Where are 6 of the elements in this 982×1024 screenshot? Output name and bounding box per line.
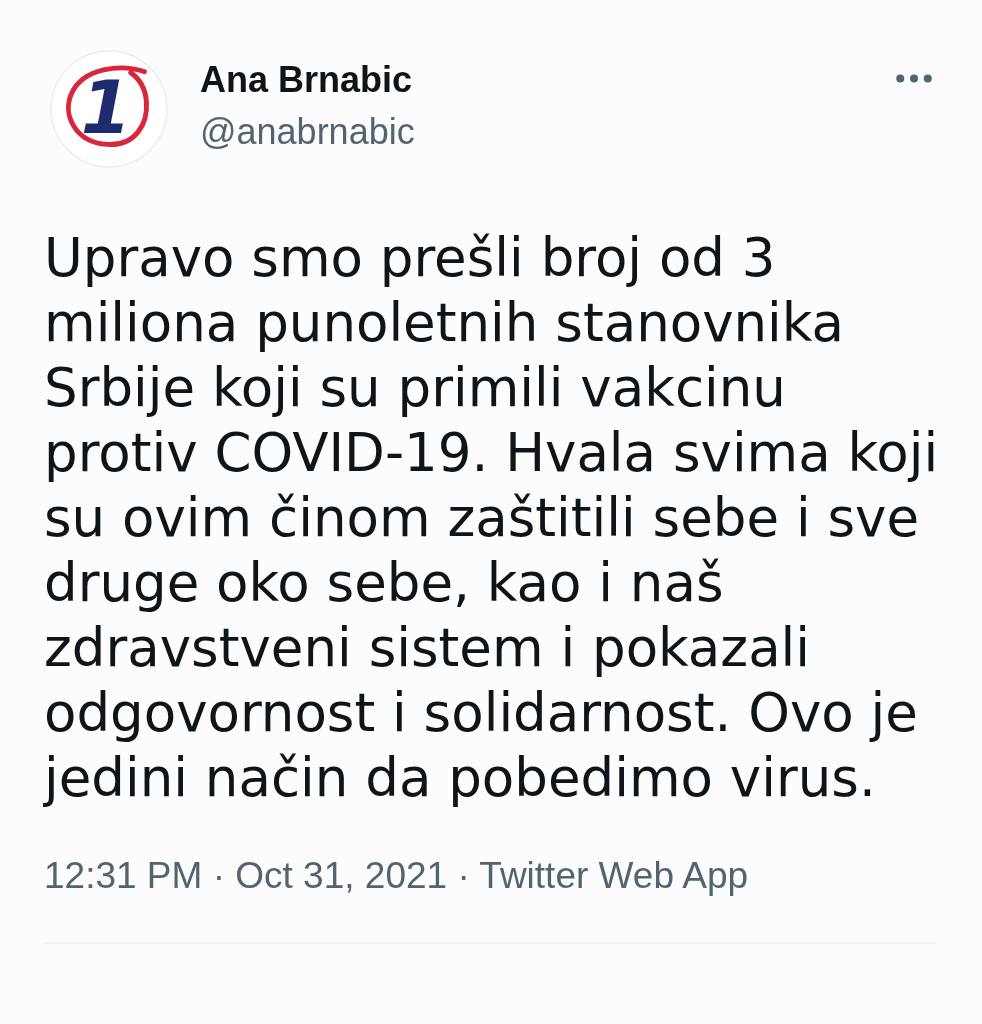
tweet-timestamp[interactable]: 12:31 PM · Oct 31, 2021 · Twitter Web App — [44, 856, 749, 896]
author-name[interactable]: Ana Brnabic — [200, 58, 413, 102]
author-handle[interactable]: @anabrnabic — [200, 110, 415, 154]
profile-logo[interactable]: 1 — [50, 50, 168, 168]
more-icon[interactable] — [896, 74, 932, 83]
tweet-text: Upravo smo prešli broj od 3 miliona punoletnih stanovnika Srbije koji su primili vakcinu protiv COVID-19. Hvala svima koji su ovim činom zaštitili sebe i sve druge oko sebe, kao i naš zdravstveni sistem i pokazali odgovornost i solidarnost. Ovo je jedini način da pobedimo virus. — [44, 226, 940, 810]
